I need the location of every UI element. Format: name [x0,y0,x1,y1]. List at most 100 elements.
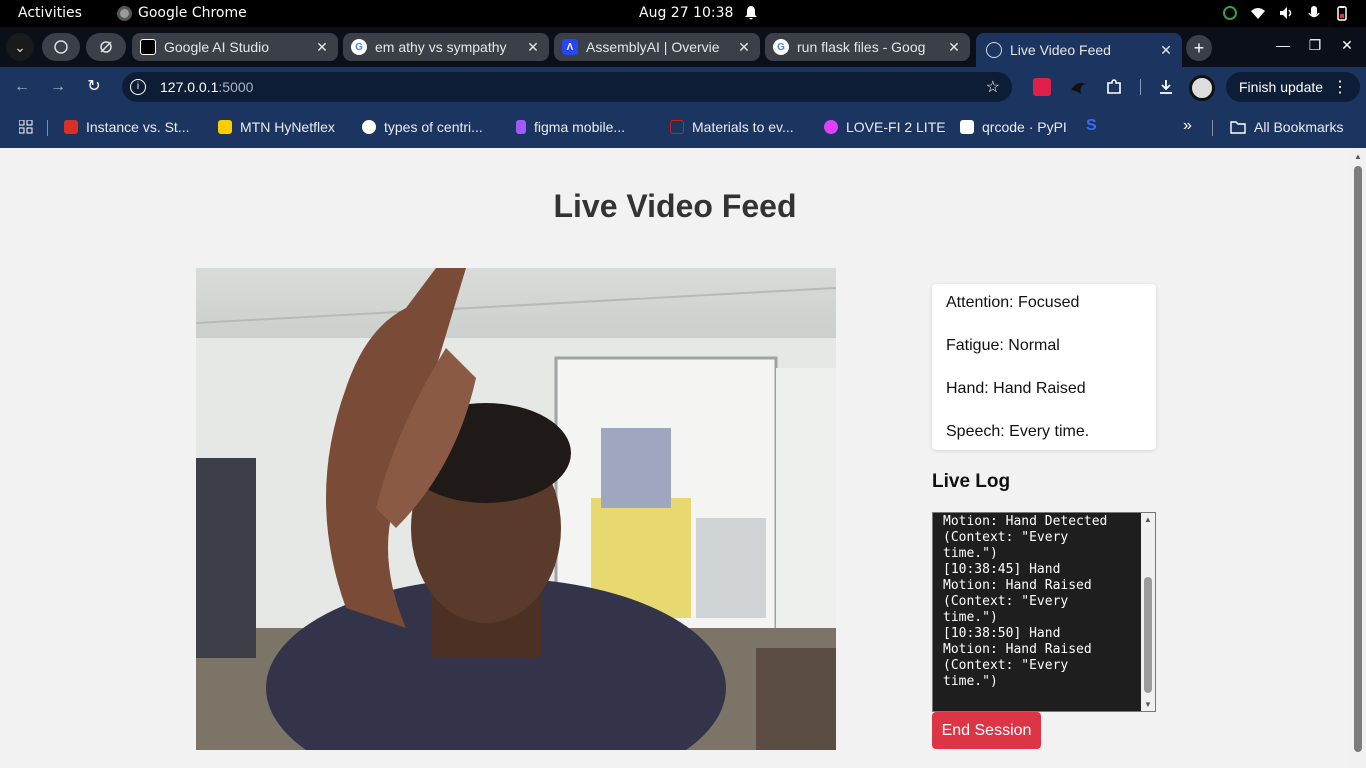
address-bar[interactable]: i 127.0.0.1:5000 ☆ [122,72,1012,102]
microphone-icon [1306,5,1322,21]
page-content: Live Video Feed Attention: Focused Fatig… [0,148,1350,768]
window-close-icon[interactable]: ✕ [1337,37,1357,54]
attention-status: Attention: Focused [946,294,1080,311]
clock[interactable]: Aug 27 10:38 [639,5,733,21]
google-icon [362,120,376,134]
toolbar-divider [1140,79,1141,95]
bookmark-item[interactable]: MTN HyNetflex [218,119,335,135]
forward-arrow-icon[interactable]: → [47,76,69,98]
bookmark-item[interactable]: Instance vs. St... [64,119,190,135]
scroll-up-arrow-icon[interactable]: ▲ [1144,515,1152,524]
tab-run-flask-files[interactable]: G run flask files - Goog ✕ [765,33,970,61]
site-info-icon[interactable]: i [130,79,146,95]
page-title: Live Video Feed [553,188,797,224]
globe-icon [986,42,1002,58]
speech-status: Speech: Every time. [946,423,1090,440]
volume-icon [1278,5,1294,21]
bookmark-item[interactable]: figma mobile... [516,119,625,135]
browser-toolbar: ← → ↻ i 127.0.0.1:5000 ☆ Finish update ⋮ [0,67,1366,107]
reload-icon[interactable]: ↻ [83,76,105,98]
back-arrow-icon[interactable]: ← [11,76,33,98]
close-icon[interactable]: ✕ [1158,42,1174,59]
pinned-tab-chatgpt[interactable] [42,33,80,61]
bookmark-favicon-icon [218,120,232,134]
scroll-down-arrow-icon[interactable]: ▼ [1144,700,1152,709]
fatigue-status: Fatigue: Normal [946,337,1060,354]
app-name-label: Google Chrome [138,5,247,21]
tab-empathy-vs-sympathy[interactable]: G em athy vs sympathy ✕ [343,33,549,61]
close-icon[interactable]: ✕ [525,39,541,56]
bookmarks-bar: Instance vs. St... MTN HyNetflex types o… [0,107,1366,148]
google-icon: G [773,39,789,55]
ai-studio-icon [140,39,156,55]
bookmark-item[interactable]: LOVE-FI 2 LITE [824,119,946,135]
scroll-up-arrow-icon[interactable]: ▲ [1354,152,1362,161]
tab-label: AssemblyAI | Overvie [586,39,720,55]
bookmark-label: MTN HyNetflex [240,119,335,135]
maximize-icon[interactable]: ❐ [1305,37,1325,54]
apps-grid-icon[interactable] [18,119,33,134]
app-menu[interactable]: Google Chrome [117,5,247,21]
system-top-bar: Activities Google Chrome Aug 27 10:38 [0,0,1366,27]
page-scroll-thumb[interactable] [1354,166,1362,752]
bookmark-favicon-icon [670,120,684,134]
bookmark-s-icon[interactable]: S [1086,117,1097,135]
bookmark-label: LOVE-FI 2 LITE [846,119,946,135]
bookmark-label: figma mobile... [534,119,626,135]
live-log-content: Motion: Hand Detected (Context: "Every t… [943,514,1108,689]
more-menu-icon[interactable]: ⋮ [1332,77,1348,97]
folder-icon [1230,121,1246,134]
close-icon[interactable]: ✕ [314,39,330,56]
tab-label: run flask files - Goog [797,39,926,55]
extension-bird-icon[interactable] [1069,78,1087,96]
pinned-tab-sync[interactable] [86,33,126,61]
tab-strip: ⌄ Google AI Studio ✕ G em athy vs sympat… [0,27,1366,67]
chrome-icon [117,5,132,21]
activities-button[interactable]: Activities [18,5,82,21]
finish-update-label: Finish update [1239,79,1324,95]
tab-label: Google AI Studio [164,39,270,55]
bookmark-separator [1212,120,1213,136]
bookmark-item[interactable]: types of centri... [362,119,483,135]
bookmark-favicon-icon [64,120,78,134]
wifi-icon [1250,5,1266,21]
all-bookmarks-button[interactable]: All Bookmarks [1230,119,1343,135]
bookmark-separator [47,120,48,136]
live-log-textarea[interactable]: Motion: Hand Detected (Context: "Every t… [932,512,1156,712]
bookmark-label: Materials to ev... [692,119,794,135]
profile-avatar[interactable] [1189,75,1215,101]
notification-bell-icon [744,5,758,25]
bookmark-item[interactable]: qrcode · PyPI [960,119,1067,135]
tab-live-video-feed[interactable]: Live Video Feed ✕ [976,33,1182,67]
close-icon[interactable]: ✕ [946,39,962,56]
figma-icon [516,120,526,134]
system-tray[interactable] [1222,5,1350,21]
battery-icon [1334,5,1350,21]
tab-search-button[interactable]: ⌄ [6,33,34,61]
video-feed [196,268,836,750]
extension-m-icon[interactable] [1033,78,1051,96]
bookmark-item[interactable]: Materials to ev... [670,119,794,135]
bookmark-label: types of centri... [384,119,483,135]
bookmark-favicon-icon [824,120,838,134]
tab-assemblyai[interactable]: Λ AssemblyAI | Overvie ✕ [554,33,760,61]
end-session-button[interactable]: End Session [932,712,1041,749]
download-icon[interactable] [1157,78,1175,96]
assemblyai-icon: Λ [562,39,578,55]
new-tab-button[interactable]: + [1186,35,1212,61]
log-scroll-thumb[interactable] [1144,577,1152,693]
tab-google-ai-studio[interactable]: Google AI Studio ✕ [132,33,338,61]
extensions-puzzle-icon[interactable] [1105,78,1123,96]
pypi-icon [960,120,974,134]
more-bookmarks-icon[interactable]: » [1183,117,1192,135]
minimize-icon[interactable]: — [1273,37,1293,53]
hand-status: Hand: Hand Raised [946,380,1086,397]
status-card: Attention: Focused Fatigue: Normal Hand:… [932,284,1156,450]
page-scrollbar[interactable]: ▲ [1350,148,1366,768]
close-icon[interactable]: ✕ [736,39,752,56]
log-scrollbar[interactable]: ▲ ▼ [1141,513,1155,711]
bookmark-star-icon[interactable]: ☆ [986,77,1000,97]
screen-share-icon [1222,5,1238,21]
finish-update-button[interactable]: Finish update ⋮ [1226,72,1360,102]
all-bookmarks-label: All Bookmarks [1254,119,1344,135]
